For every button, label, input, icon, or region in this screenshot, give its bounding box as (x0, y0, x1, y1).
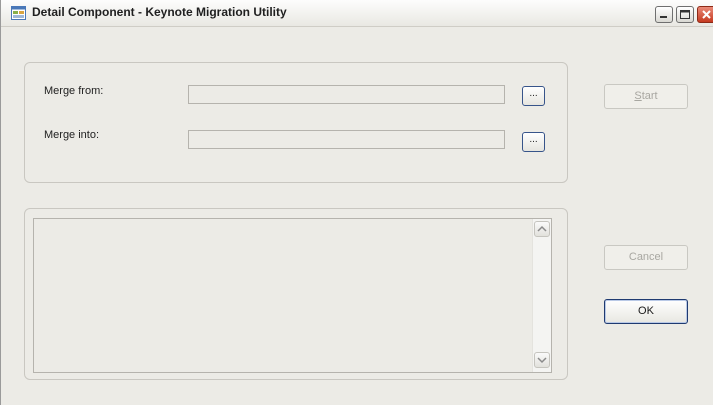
window-title: Detail Component - Keynote Migration Uti… (32, 5, 287, 19)
app-window-icon[interactable] (11, 6, 26, 20)
maximize-button[interactable] (676, 6, 694, 23)
log-scrollbar[interactable] (532, 219, 551, 372)
minimize-icon (660, 16, 667, 18)
start-button[interactable]: Start (604, 84, 688, 109)
merge-into-label: Merge into: (44, 129, 100, 141)
merge-from-label: Merge from: (44, 85, 104, 97)
maximize-icon (680, 10, 690, 19)
start-button-mnemonic: S (634, 90, 642, 102)
minimize-button[interactable] (655, 6, 673, 23)
start-button-label: tart (641, 90, 658, 102)
close-button[interactable] (697, 6, 713, 23)
title-bar[interactable]: Detail Component - Keynote Migration Uti… (1, 0, 713, 27)
scroll-up-button[interactable] (534, 221, 550, 237)
merge-into-field[interactable] (188, 130, 505, 149)
scroll-down-button[interactable] (534, 352, 550, 368)
log-output-area[interactable] (33, 218, 552, 373)
application-window: Detail Component - Keynote Migration Uti… (0, 0, 713, 405)
merge-from-browse-button[interactable]: ... (522, 86, 545, 106)
merge-into-browse-button[interactable]: ... (522, 132, 545, 152)
merge-settings-group (24, 62, 568, 183)
chevron-up-icon (537, 225, 547, 232)
merge-from-field[interactable] (188, 85, 505, 104)
ok-button[interactable]: OK (604, 299, 688, 324)
close-icon (702, 10, 711, 19)
chevron-down-icon (537, 357, 547, 364)
cancel-button[interactable]: Cancel (604, 245, 688, 270)
